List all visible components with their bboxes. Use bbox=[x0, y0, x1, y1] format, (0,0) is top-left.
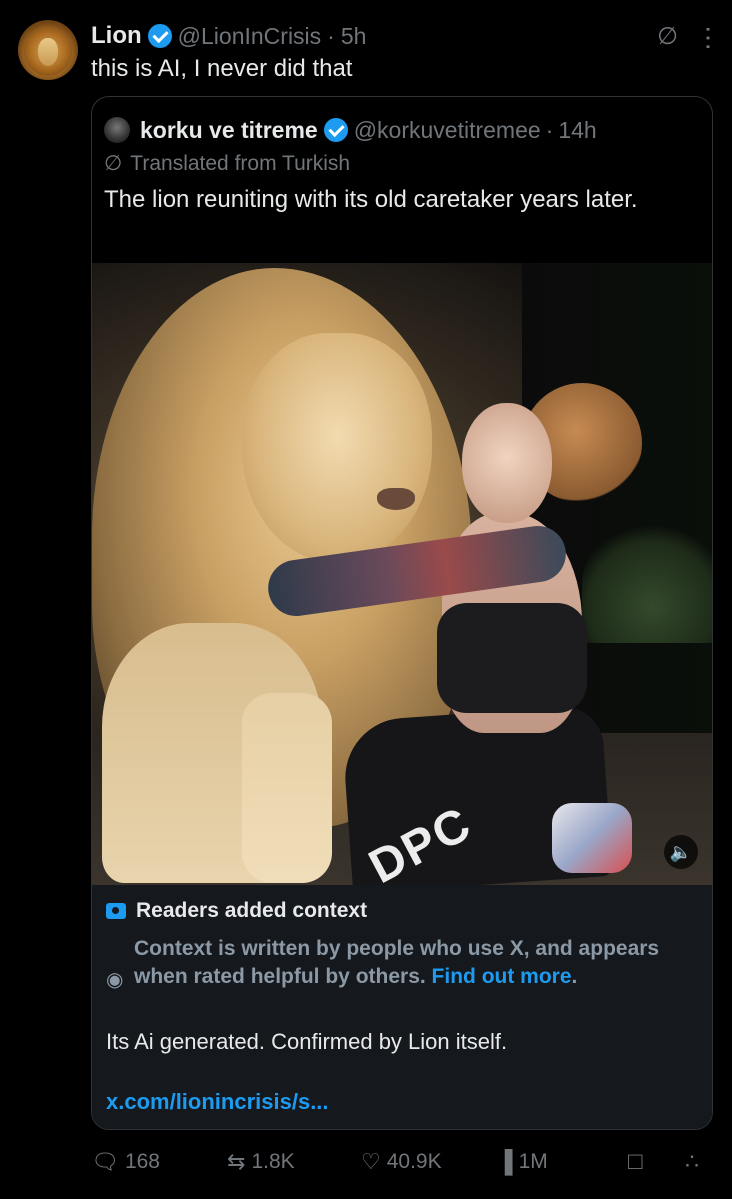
explainer-period: . bbox=[571, 965, 578, 988]
verified-badge-icon bbox=[323, 118, 348, 142]
quoted-post[interactable]: korku ve titreme @korkuvetitremee · 14h … bbox=[91, 96, 713, 1130]
woman-top bbox=[437, 603, 587, 713]
post: Lion @LionInCrisis · 5h ∅ ⋯ this is AI, … bbox=[0, 0, 732, 1199]
find-out-more-link[interactable]: Find out more bbox=[432, 965, 572, 988]
like-icon: ♡ bbox=[361, 1149, 381, 1174]
views-button[interactable]: ▐ 1M bbox=[497, 1149, 548, 1175]
quoted-avatar[interactable] bbox=[104, 117, 130, 143]
verified-badge-icon bbox=[147, 24, 172, 48]
post-text: this is AI, I never did that bbox=[91, 55, 353, 82]
reply-count: 168 bbox=[124, 1150, 160, 1173]
like-count: 40.9K bbox=[386, 1150, 442, 1173]
bookmark-icon[interactable]: □ bbox=[628, 1148, 643, 1176]
reply-icon: 🗨 bbox=[91, 1149, 119, 1174]
quoted-text: The lion reuniting with its old caretake… bbox=[104, 186, 638, 213]
reply-button[interactable]: 🗨 168 bbox=[91, 1149, 160, 1175]
post-top-icons: ∅ ⋯ bbox=[657, 22, 724, 51]
more-icon[interactable]: ⋯ bbox=[694, 25, 724, 49]
translated-label: ∅ Translated from Turkish bbox=[104, 151, 350, 176]
lion-face bbox=[242, 333, 432, 563]
quoted-author-handle[interactable]: @korkuvetitremee bbox=[354, 117, 541, 144]
context-icon bbox=[106, 903, 126, 919]
community-note-link[interactable]: x.com/lionincrisis/s... bbox=[106, 1089, 329, 1115]
repost-button[interactable]: ⇆ 1.8K bbox=[227, 1149, 295, 1175]
grok-icon[interactable]: ∅ bbox=[657, 22, 678, 51]
lion-nose bbox=[377, 488, 415, 510]
volume-icon[interactable]: 🔈 bbox=[664, 835, 698, 869]
community-note-explainer-text: Context is written by people who use X, … bbox=[134, 937, 660, 988]
action-bar: 🗨 168 ⇆ 1.8K ♡ 40.9K ▐ 1M □ ∴ bbox=[91, 1145, 716, 1179]
quoted-time[interactable]: 14h bbox=[558, 117, 596, 144]
share-icon[interactable]: ∴ bbox=[685, 1149, 699, 1175]
author-avatar[interactable] bbox=[18, 20, 78, 80]
community-note-explainer: Context is written by people who use X, … bbox=[134, 935, 694, 991]
dot-separator: · bbox=[545, 116, 554, 143]
author-name[interactable]: Lion bbox=[91, 22, 142, 50]
eye-icon: ◉ bbox=[106, 969, 124, 991]
lion-leg bbox=[242, 693, 332, 883]
author-handle[interactable]: @LionInCrisis bbox=[178, 23, 322, 50]
community-note-text: Its Ai generated. Confirmed by Lion itse… bbox=[106, 1029, 508, 1054]
views-icon: ▐ bbox=[497, 1149, 513, 1174]
quoted-author-name[interactable]: korku ve titreme bbox=[140, 117, 318, 144]
repost-count: 1.8K bbox=[251, 1150, 295, 1173]
woman-shoe bbox=[552, 803, 632, 873]
quoted-header: korku ve titreme @korkuvetitremee · 14h bbox=[104, 115, 597, 145]
quoted-video[interactable]: DPC 🔈 bbox=[92, 263, 712, 885]
bush bbox=[582, 523, 712, 643]
post-header: Lion @LionInCrisis · 5h bbox=[91, 20, 366, 52]
community-note-title: Readers added context bbox=[106, 899, 367, 923]
repost-icon: ⇆ bbox=[227, 1149, 246, 1174]
translate-icon: ∅ bbox=[104, 152, 123, 175]
dot-separator: · bbox=[327, 22, 335, 49]
post-time[interactable]: 5h bbox=[341, 23, 367, 50]
community-note-title-text: Readers added context bbox=[136, 899, 368, 922]
avatar-face bbox=[38, 38, 58, 66]
woman-face bbox=[462, 403, 552, 523]
translated-text: Translated from Turkish bbox=[130, 151, 351, 175]
like-button[interactable]: ♡ 40.9K bbox=[361, 1149, 442, 1175]
views-count: 1M bbox=[518, 1150, 548, 1173]
